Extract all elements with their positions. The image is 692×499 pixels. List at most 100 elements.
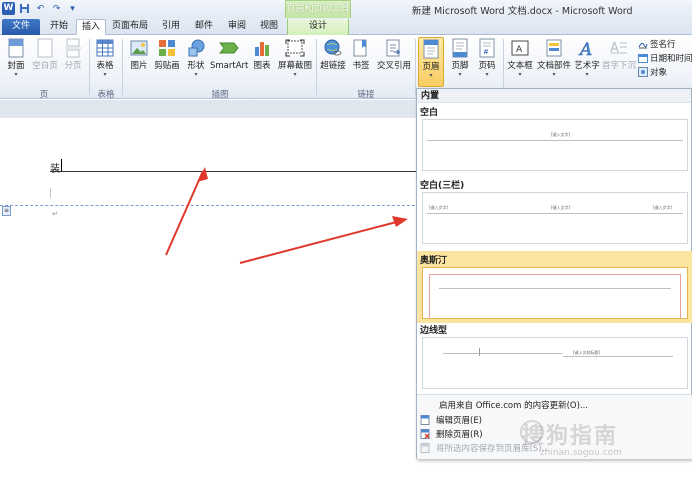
group-divider <box>316 39 317 95</box>
group-label-links: 链接 <box>357 90 375 100</box>
gallery-item-label: 奥斯汀 <box>420 256 448 266</box>
cover-page-icon <box>6 37 26 59</box>
shapes-icon <box>186 37 206 59</box>
page-break-button[interactable]: 分页 <box>60 37 86 87</box>
tab-view[interactable]: 视图 <box>254 19 284 35</box>
cross-reference-button[interactable]: 交叉引用 <box>374 37 414 87</box>
hyperlink-button[interactable]: 超链接 <box>318 37 348 87</box>
preview-line <box>443 353 563 354</box>
table-button[interactable]: 表格 ▾ <box>92 37 118 87</box>
paragraph-mark-icon: ↵ <box>52 210 58 218</box>
gallery-item-sideline[interactable]: [键入文档标题] <box>422 337 688 389</box>
footer-icon <box>450 37 470 59</box>
tab-review[interactable]: 审阅 <box>222 19 252 35</box>
drop-cap-icon: A <box>609 37 629 59</box>
dropdown-arrow-icon: ▾ <box>293 71 297 78</box>
remove-header-menu-item[interactable]: 删除页眉(R) <box>420 427 483 441</box>
drop-cap-button[interactable]: A 首字下沉 <box>602 37 636 87</box>
gallery-item-austin-selected[interactable]: 奥斯汀 <box>417 251 692 323</box>
svg-text:A: A <box>578 40 592 57</box>
wordart-icon: A <box>577 37 597 59</box>
group-label-illustrations: 插图 <box>211 90 229 100</box>
title-bar: W ↶ ↷ ▾ 页眉和页脚工具 新建 Microsoft Word 文档.doc… <box>0 0 692 18</box>
picture-button[interactable]: 图片 <box>126 37 152 87</box>
edit-header-menu-item[interactable]: 编辑页眉(E) <box>420 413 482 427</box>
cover-page-button[interactable]: 封面 ▾ <box>2 37 30 87</box>
screenshot-button[interactable]: 屏幕截图 ▾ <box>276 37 314 87</box>
dropdown-arrow-icon: ▾ <box>194 71 198 78</box>
dropdown-arrow-icon: ▾ <box>485 71 489 78</box>
blank-page-icon <box>35 37 55 59</box>
header-underline <box>50 171 420 172</box>
text-box-icon: A <box>510 37 530 59</box>
margin-guide <box>50 188 51 198</box>
tab-design[interactable]: 设计 <box>287 19 349 35</box>
bookmark-icon <box>351 37 371 59</box>
gallery-item-blank[interactable]: [键入文字] <box>422 119 688 171</box>
gallery-item-label: 空白(三栏) <box>420 181 465 191</box>
chart-button[interactable]: 图表 <box>250 37 274 87</box>
watermark-url: zhinan.sogou.com <box>540 448 622 458</box>
quick-parts-icon <box>544 37 564 59</box>
tab-references[interactable]: 引用 <box>156 19 186 35</box>
contextual-tool-group: 页眉和页脚工具 <box>285 0 351 18</box>
customize-qat-icon[interactable]: ▾ <box>66 2 79 15</box>
word-logo-icon[interactable]: W <box>2 2 15 15</box>
smartart-icon <box>219 37 239 59</box>
dropdown-arrow-icon: ▾ <box>429 72 433 79</box>
dropdown-arrow-icon: ▾ <box>14 71 18 78</box>
text-cursor <box>61 159 62 171</box>
blank-page-button[interactable]: 空白页 <box>30 37 60 87</box>
svg-text:A: A <box>516 45 523 55</box>
tab-mailings[interactable]: 邮件 <box>189 19 219 35</box>
window-title: 新建 Microsoft Word 文档.docx - Microsoft Wo… <box>412 6 633 17</box>
preview-line <box>427 213 683 214</box>
header-button[interactable]: 页眉 ▾ <box>418 37 444 87</box>
dropdown-arrow-icon: ▾ <box>103 71 107 78</box>
edit-header-icon <box>420 415 430 425</box>
gallery-item-austin[interactable] <box>422 267 688 319</box>
header-icon <box>421 38 441 60</box>
smartart-button[interactable]: SmartArt <box>210 37 248 87</box>
watermark-text: 搜狗指南 <box>522 424 619 449</box>
redo-icon[interactable]: ↷ <box>50 2 63 15</box>
preview-frame <box>429 274 681 318</box>
wordart-button[interactable]: A 艺术字 ▾ <box>572 37 602 87</box>
text-box-button[interactable]: A 文本框 ▾ <box>505 37 535 87</box>
tab-home[interactable]: 开始 <box>44 19 74 35</box>
page-number-button[interactable]: # 页码 ▾ <box>474 37 500 87</box>
tab-page-layout[interactable]: 页面布局 <box>108 19 152 35</box>
header-tag-icon: ≡ <box>2 206 11 216</box>
header-boundary <box>0 205 420 206</box>
clipart-button[interactable]: 剪贴画 <box>152 37 182 87</box>
clipart-icon <box>157 37 177 59</box>
group-label-tables: 表格 <box>97 90 115 100</box>
ribbon-tabs: 文件 开始 插入 页面布局 引用 邮件 审阅 视图 设计 <box>0 18 692 35</box>
footer-button[interactable]: 页脚 ▾ <box>447 37 473 87</box>
preview-line <box>439 288 671 289</box>
dropdown-arrow-icon: ▾ <box>518 71 522 78</box>
cross-reference-icon <box>384 37 404 59</box>
gallery-item-blank-three-column[interactable]: [键入文字] [键入文字] [键入文字] <box>422 192 688 244</box>
date-time-button[interactable]: 日期和时间 <box>638 52 692 64</box>
save-icon[interactable] <box>18 2 31 15</box>
header-text[interactable]: 装 <box>50 160 60 175</box>
dropdown-arrow-icon: ▾ <box>552 71 556 78</box>
dropdown-arrow-icon: ▾ <box>585 71 589 78</box>
header-gallery: 内置 空白 [键入文字] 空白(三栏) [键入文字] [键入文字] [键入文字]… <box>416 88 692 459</box>
tab-insert[interactable]: 插入 <box>76 19 106 35</box>
bookmark-button[interactable]: 书签 <box>349 37 373 87</box>
undo-icon[interactable]: ↶ <box>34 2 47 15</box>
group-divider <box>89 39 90 95</box>
shapes-button[interactable]: 形状 ▾ <box>184 37 208 87</box>
update-from-office-menu-item[interactable]: 启用来自 Office.com 的内容更新(O)... <box>439 398 588 412</box>
dropdown-arrow-icon: ▾ <box>458 71 462 78</box>
tab-file[interactable]: 文件 <box>2 19 40 35</box>
signature-line-button[interactable]: 签名行 <box>638 38 676 50</box>
quick-parts-button[interactable]: 文档部件 ▾ <box>536 37 572 87</box>
object-button[interactable]: 对象 <box>638 66 667 78</box>
preview-line <box>427 140 683 141</box>
remove-header-icon <box>420 429 430 439</box>
preview-line <box>563 356 673 357</box>
gallery-item-label: 边线型 <box>420 326 448 336</box>
